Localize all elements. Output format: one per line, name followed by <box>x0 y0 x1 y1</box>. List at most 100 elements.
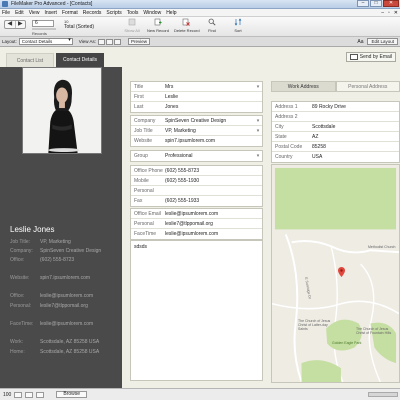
minimize-button[interactable]: – <box>357 0 369 7</box>
website-link[interactable]: spin7.ipsumlorem.com <box>40 275 90 281</box>
field-value[interactable]: (602) 555-8723 <box>165 168 262 174</box>
company-value: SpinSeven Creative Design <box>40 248 102 254</box>
personal-email-link[interactable]: leslie7@tlppomail.org <box>40 303 88 309</box>
current-record-input[interactable]: 6 <box>32 20 54 27</box>
state-field[interactable]: State AZ <box>272 132 399 142</box>
map-pin-icon[interactable] <box>338 267 345 277</box>
field-value[interactable]: AZ <box>312 134 399 140</box>
next-record-button[interactable]: ▶ <box>16 21 26 28</box>
field-value[interactable]: 85258 <box>312 144 399 150</box>
menu-window[interactable]: Window <box>143 10 161 16</box>
table-view-button[interactable] <box>113 38 121 45</box>
job-title-field[interactable]: Job Title VP, Marketing ▾ <box>131 126 262 136</box>
view-as-buttons <box>97 38 122 45</box>
dropdown-arrow-icon[interactable]: ▾ <box>254 128 262 134</box>
field-value[interactable]: SpinSeven Creative Design <box>165 118 254 124</box>
menu-format[interactable]: Format <box>62 10 78 16</box>
delete-record-button[interactable]: Delete Record <box>174 18 200 36</box>
find-button[interactable]: Find <box>200 18 224 36</box>
office-email-link[interactable]: leslie@ipsumlorem.com <box>40 293 93 299</box>
show-all-button[interactable]: Show All <box>120 18 144 36</box>
mobile-field[interactable]: Mobile (602) 555-1930 <box>131 176 262 186</box>
preview-button[interactable]: Preview <box>127 38 150 45</box>
contact-photo[interactable] <box>22 67 102 154</box>
office-phone-field[interactable]: Office Phone (602) 555-8723 <box>131 166 262 176</box>
zoom-level[interactable]: 100 <box>3 392 11 398</box>
field-value[interactable]: Jones <box>165 104 262 110</box>
field-value[interactable]: spin7.ipsumlorem.com <box>165 138 262 144</box>
zoom-out-button[interactable] <box>14 391 23 398</box>
field-label: Group <box>134 153 148 159</box>
fax-field[interactable]: Fax (602) 555-1933 <box>131 196 262 206</box>
dropdown-arrow-icon[interactable]: ▾ <box>254 84 262 90</box>
menu-edit[interactable]: Edit <box>15 10 24 16</box>
layout-select[interactable]: Contact Details <box>18 38 73 45</box>
menu-insert[interactable]: Insert <box>44 10 57 16</box>
dropdown-arrow-icon[interactable]: ▾ <box>254 118 262 124</box>
address1-field[interactable]: Address 1 89 Rocky Drive <box>272 102 399 112</box>
country-field[interactable]: Country USA <box>272 152 399 162</box>
field-value[interactable]: Mrs <box>165 84 254 90</box>
maximize-button[interactable]: □ <box>370 0 382 7</box>
notes-field[interactable]: sdsds <box>130 240 263 381</box>
office-phone-value: (602) 555-8723 <box>40 257 75 263</box>
menu-scripts[interactable]: Scripts <box>106 10 121 16</box>
text-formatting-toggle[interactable]: Aa <box>357 39 363 45</box>
field-value[interactable]: Leslie <box>165 94 262 100</box>
menu-records[interactable]: Records <box>83 10 102 16</box>
new-record-button[interactable]: New Record <box>146 18 170 36</box>
facetime-field[interactable]: FaceTime leslie@ipsumlorem.com <box>131 229 262 239</box>
show-all-label: Show All <box>124 28 140 33</box>
field-label: FaceTime <box>134 231 157 237</box>
field-value[interactable]: USA <box>312 154 399 160</box>
edit-layout-button[interactable]: Edit Layout <box>367 38 398 45</box>
close-button[interactable]: ✕ <box>383 0 399 7</box>
tab-work-address[interactable]: Work Address <box>271 81 336 92</box>
field-value[interactable]: leslie7@tlppomail.org <box>165 221 262 227</box>
menu-view[interactable]: View <box>29 10 40 16</box>
doc-restore-button[interactable]: ▫ <box>388 10 390 16</box>
office-email-field[interactable]: Office Email leslie@ipsumlorem.com <box>131 209 262 219</box>
previous-record-button[interactable]: ◀ <box>5 21 16 28</box>
tab-contact-list[interactable]: Contact List <box>6 53 54 67</box>
toggle-toolbar-button[interactable] <box>36 391 45 398</box>
field-value[interactable]: (602) 555-1933 <box>165 198 262 204</box>
field-value[interactable]: 89 Rocky Drive <box>312 104 399 110</box>
form-view-button[interactable] <box>97 38 105 45</box>
postal-code-field[interactable]: Postal Code 85258 <box>272 142 399 152</box>
address-map[interactable]: Methodist Church The Church of Jesus Chr… <box>271 164 400 383</box>
first-name-field[interactable]: First Leslie <box>131 92 262 102</box>
website-field[interactable]: Website spin7.ipsumlorem.com <box>131 136 262 146</box>
city-field[interactable]: City Scottsdale <box>272 122 399 132</box>
send-by-email-button[interactable]: Send by Email <box>346 52 396 62</box>
record-slider[interactable] <box>32 28 56 30</box>
field-label: Mobile <box>134 177 149 184</box>
doc-close-button[interactable]: ✕ <box>394 10 398 16</box>
address2-field[interactable]: Address 2 <box>272 112 399 122</box>
field-value[interactable]: (602) 555-1930 <box>165 178 262 184</box>
group-field[interactable]: Group Professional ▾ <box>131 151 262 161</box>
sort-button[interactable]: Sort <box>226 18 250 36</box>
field-value[interactable]: leslie@ipsumlorem.com <box>165 211 262 217</box>
doc-minimize-button[interactable]: – <box>381 10 384 16</box>
menu-help[interactable]: Help <box>166 10 176 16</box>
company-field[interactable]: Company SpinSeven Creative Design ▾ <box>131 116 262 126</box>
tab-contact-details[interactable]: Contact Details <box>56 53 104 67</box>
field-value[interactable]: leslie@ipsumlorem.com <box>165 231 262 237</box>
field-value[interactable]: VP, Marketing <box>165 128 254 134</box>
last-name-field[interactable]: Last Jones <box>131 102 262 112</box>
facetime-link[interactable]: leslie@ipsumlorem.com <box>40 321 93 327</box>
menu-file[interactable]: File <box>2 10 10 16</box>
field-value[interactable]: Scottsdale <box>312 124 399 130</box>
horizontal-scrollbar[interactable] <box>368 392 398 397</box>
personal-phone-field[interactable]: Personal <box>131 186 262 196</box>
personal-email-field[interactable]: Personal leslie7@tlppomail.org <box>131 219 262 229</box>
dropdown-arrow-icon[interactable]: ▾ <box>254 153 262 159</box>
menu-tools[interactable]: Tools <box>127 10 139 16</box>
field-value[interactable]: Professional <box>165 153 254 159</box>
title-field[interactable]: Title Mrs ▾ <box>131 82 262 92</box>
tab-personal-address[interactable]: Personal Address <box>335 81 400 92</box>
zoom-in-button[interactable] <box>25 391 34 398</box>
mode-selector[interactable]: Browse <box>56 391 88 398</box>
list-view-button[interactable] <box>105 38 113 45</box>
